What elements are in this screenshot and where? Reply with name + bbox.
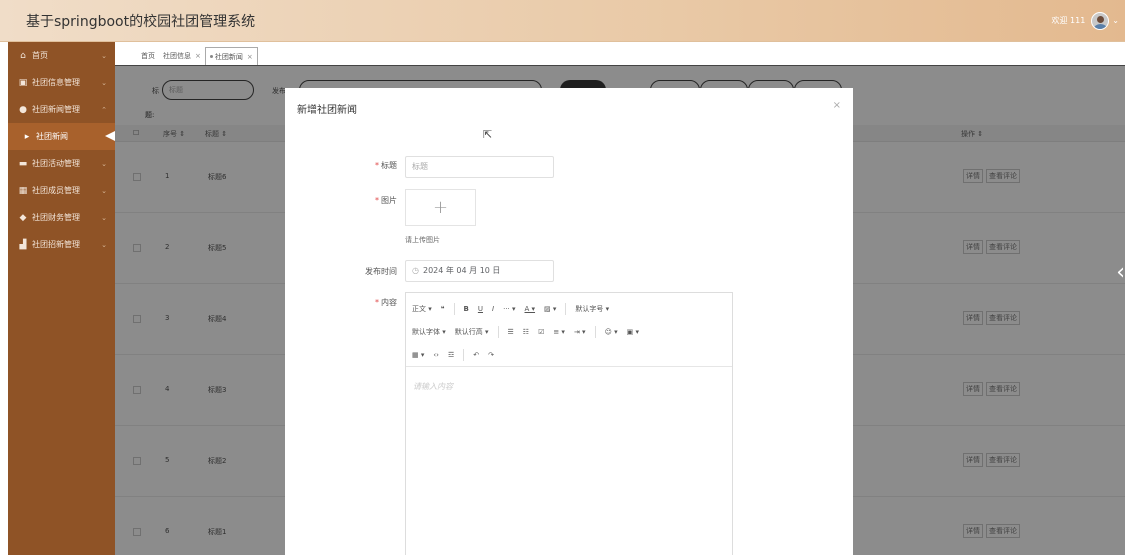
sidebar-item-news-mgmt[interactable]: ● 社团新闻管理 ⌃ — [8, 96, 115, 123]
upload-tip: 请上传图片 — [405, 236, 440, 244]
line-height-select[interactable]: 默认行高 ▾ — [455, 327, 489, 337]
tab-label: 社团信息 — [163, 52, 191, 60]
font-color-icon[interactable]: A ▾ — [525, 305, 536, 313]
member-icon: ▦ — [18, 185, 28, 196]
mouse-cursor-icon: ⇱ — [483, 128, 493, 141]
sidebar-item-finance[interactable]: ◆ 社团财务管理 ⌄ — [8, 204, 115, 231]
user-menu[interactable]: 欢迎 111 ⌄ — [1051, 11, 1119, 30]
divider-icon[interactable]: ☲ — [448, 351, 454, 359]
align-icon[interactable]: ≡ ▾ — [553, 328, 565, 336]
sidebar-item-label: 社团成员管理 — [32, 186, 80, 195]
avatar[interactable] — [1091, 11, 1110, 30]
emoji-icon[interactable]: ☺ ▾ — [605, 328, 618, 336]
underline-icon[interactable]: U — [478, 305, 483, 313]
app-title: 基于springboot的校园社团管理系统 — [26, 13, 256, 30]
font-size-select[interactable]: 默认字号 ▾ — [575, 304, 609, 314]
tab-bar: 首页 社团信息 × 社团新闻 × — [115, 42, 1125, 66]
tab-label: 首页 — [141, 52, 155, 60]
activity-icon: ▬ — [18, 158, 28, 169]
code-icon[interactable]: ‹› — [433, 351, 439, 359]
more-style-icon[interactable]: ··· ▾ — [503, 305, 515, 313]
image-upload-button[interactable]: + — [405, 189, 476, 226]
chevron-down-icon: ⌄ — [101, 159, 107, 168]
chevron-down-icon: ⌄ — [101, 78, 107, 87]
content-label: * 内容 — [375, 298, 397, 307]
table-icon[interactable]: ▦ ▾ — [412, 351, 424, 359]
sidebar-item-label: 社团新闻管理 — [32, 105, 80, 114]
title-input[interactable]: 标题 — [405, 156, 554, 178]
publish-time-picker[interactable]: ◷ 2024 年 04 月 10 日 — [405, 260, 554, 282]
sidebar: ⌂ 首页 ⌄ ▣ 社团信息管理 ⌄ ● 社团新闻管理 ⌃ ▸ 社团新闻 ▬ 社团… — [8, 42, 115, 555]
dialog-title: 新增社团新闻 — [297, 105, 357, 116]
undo-icon[interactable]: ↶ — [473, 351, 479, 359]
chevron-left-icon[interactable]: ‹ — [1116, 260, 1125, 285]
sidebar-item-recruit[interactable]: ▟ 社团招新管理 ⌄ — [8, 231, 115, 258]
tab-club-info[interactable]: 社团信息 × — [159, 47, 205, 65]
italic-icon[interactable]: I — [492, 305, 494, 313]
image-label: * 图片 — [375, 196, 397, 205]
editor-placeholder[interactable]: 请输入内容 — [413, 381, 453, 392]
plus-icon: + — [432, 197, 449, 218]
sidebar-item-home[interactable]: ⌂ 首页 ⌄ — [8, 42, 115, 69]
publish-time-label: 发布时间 — [365, 267, 397, 276]
chevron-down-icon: ⌄ — [101, 51, 107, 60]
home-icon: ⌂ — [20, 50, 26, 61]
quote-icon[interactable]: ❝ — [441, 305, 445, 313]
info-icon: ▣ — [18, 77, 28, 88]
tab-home[interactable]: 首页 — [137, 47, 159, 65]
bold-icon[interactable]: B — [464, 305, 469, 313]
numbered-list-icon[interactable]: ☷ — [523, 328, 529, 336]
sidebar-item-member[interactable]: ▦ 社团成员管理 ⌄ — [8, 177, 115, 204]
chevron-down-icon: ⌄ — [101, 213, 107, 222]
todo-icon[interactable]: ☑ — [538, 328, 544, 336]
welcome-text: 欢迎 111 — [1051, 16, 1086, 25]
sidebar-item-label: 社团招新管理 — [32, 240, 80, 249]
active-indicator-icon — [105, 131, 115, 141]
sidebar-item-label: 社团财务管理 — [32, 213, 80, 222]
finance-icon: ◆ — [19, 212, 27, 223]
rich-text-editor: 正文 ▾ ❝ B U I ··· ▾ A ▾ ▨ ▾ 默认字号 ▾ 默认字体 ▾… — [405, 292, 733, 555]
chevron-down-icon: ⌄ — [101, 186, 107, 195]
bullet-list-icon[interactable]: ☰ — [508, 328, 514, 336]
close-icon[interactable]: × — [833, 100, 841, 111]
clock-icon: ◷ — [412, 266, 419, 275]
sidebar-item-label: 社团信息管理 — [32, 78, 80, 87]
sidebar-item-label: 社团活动管理 — [32, 159, 80, 168]
sidebar-item-label: 社团新闻 — [36, 132, 68, 141]
app-header: 基于springboot的校园社团管理系统 欢迎 111 ⌄ — [0, 0, 1125, 42]
sidebar-item-news[interactable]: ▸ 社团新闻 — [8, 123, 115, 150]
chevron-up-icon: ⌃ — [101, 105, 107, 114]
active-dot-icon — [209, 55, 213, 58]
indent-icon[interactable]: ⇥ ▾ — [574, 328, 586, 336]
image-icon[interactable]: ▣ ▾ — [627, 328, 639, 336]
tab-label: 社团新闻 — [214, 52, 243, 61]
sidebar-item-activity[interactable]: ▬ 社团活动管理 ⌄ — [8, 150, 115, 177]
recruit-icon: ▟ — [19, 239, 27, 250]
title-label: * 标题 — [375, 161, 397, 170]
chevron-down-icon: ⌄ — [101, 240, 107, 249]
add-news-dialog: 新增社团新闻 × ⇱ * 标题 标题 * 图片 + 请上传图片 发布时间 ◷ 2024… — [285, 88, 853, 555]
paragraph-style-select[interactable]: 正文 ▾ — [412, 304, 432, 314]
chevron-down-icon[interactable]: ⌄ — [1112, 16, 1119, 25]
editor-toolbar: 正文 ▾ ❝ B U I ··· ▾ A ▾ ▨ ▾ 默认字号 ▾ 默认字体 ▾… — [406, 293, 732, 367]
background-color-icon[interactable]: ▨ ▾ — [544, 305, 556, 313]
close-icon[interactable]: × — [195, 47, 201, 65]
caret-right-icon: ▸ — [24, 131, 30, 142]
font-family-select[interactable]: 默认字体 ▾ — [412, 327, 446, 337]
tab-club-news[interactable]: 社团新闻 × — [204, 47, 258, 66]
redo-icon[interactable]: ↷ — [488, 351, 494, 359]
sidebar-item-club-info[interactable]: ▣ 社团信息管理 ⌄ — [8, 69, 115, 96]
sidebar-item-label: 首页 — [32, 51, 48, 60]
news-icon: ● — [19, 104, 27, 115]
close-icon[interactable]: × — [247, 48, 253, 66]
